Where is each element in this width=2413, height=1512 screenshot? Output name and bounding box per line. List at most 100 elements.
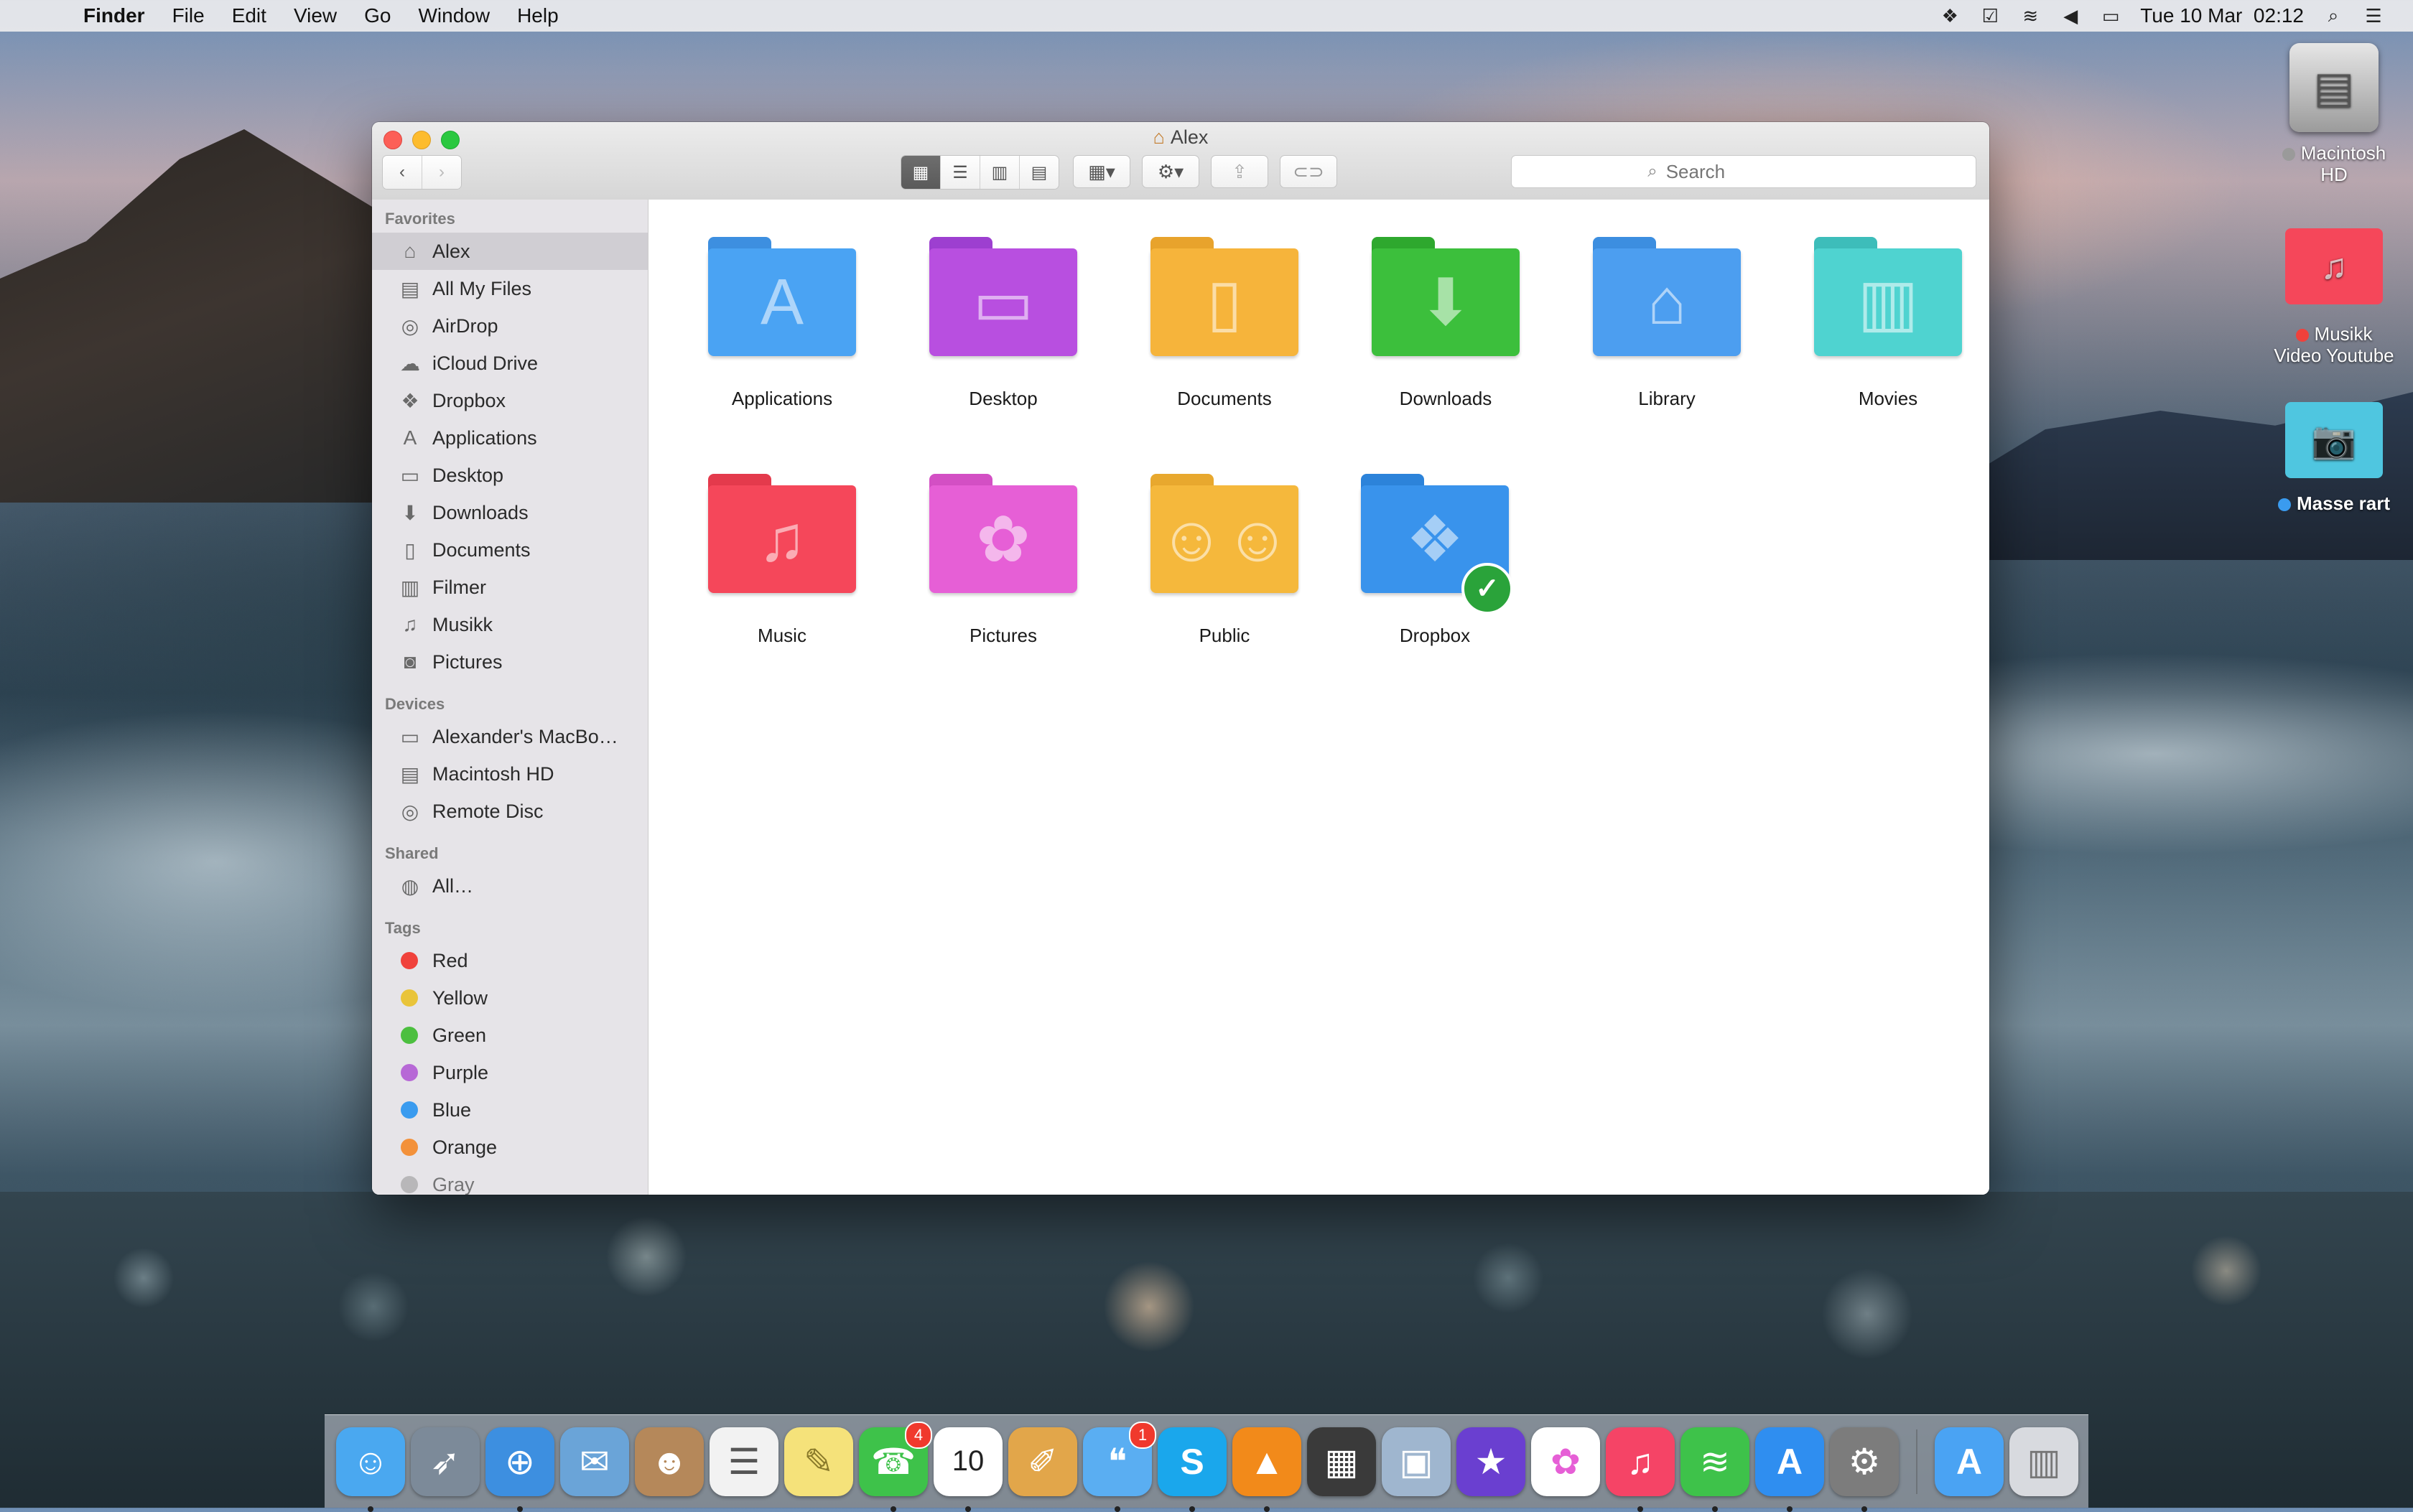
cover-flow-button[interactable]: ▤ [1020, 156, 1059, 189]
checkmark-status-icon[interactable]: ☑ [1979, 5, 2001, 27]
sidebar-item-airdrop[interactable]: ◎ AirDrop [372, 307, 648, 345]
sidebar-item-macbook[interactable]: ▭ Alexander's MacBo… [372, 718, 648, 755]
sidebar-tag-purple[interactable]: Purple [372, 1054, 648, 1091]
action-button[interactable]: ⚙▾ [1142, 155, 1199, 188]
folder-label: Downloads [1399, 388, 1492, 409]
file-browser-content: A Applications ▭ Desktop ▯ Documents ⬇ D… [648, 200, 1989, 1195]
folder-public[interactable]: ☺☺ Public [1131, 474, 1318, 647]
sidebar-tag-blue[interactable]: Blue [372, 1091, 648, 1129]
folder-library[interactable]: ⌂ Library [1573, 237, 1760, 410]
network-icon: ◍ [401, 874, 419, 897]
menu-app-name[interactable]: Finder [83, 4, 145, 27]
facetime-icon[interactable]: ☎ 4 [859, 1421, 932, 1512]
spotlight-search-icon[interactable]: ⌕ [2323, 4, 2344, 27]
menu-file[interactable]: File [172, 4, 205, 27]
sidebar-tag-red[interactable]: Red [372, 942, 648, 979]
launchpad-icon[interactable]: ➶ [411, 1427, 480, 1496]
sidebar-tag-green[interactable]: Green [372, 1017, 648, 1054]
menu-view[interactable]: View [294, 4, 337, 27]
icon-view-button[interactable]: ▦ [901, 156, 941, 189]
sidebar-item-documents[interactable]: ▯ Documents [372, 531, 648, 569]
imovie-icon[interactable]: ★ [1456, 1427, 1525, 1496]
folder-movies[interactable]: ▥ Movies [1795, 237, 1981, 410]
sidebar-item-label: Macintosh HD [432, 762, 554, 785]
app-store-icon[interactable]: A [1755, 1427, 1824, 1512]
back-button[interactable]: ‹ [383, 156, 422, 189]
apple-menu-icon[interactable] [29, 3, 50, 29]
sidebar-item-downloads[interactable]: ⬇ Downloads [372, 494, 648, 531]
sidebar-tag-orange[interactable]: Orange [372, 1129, 648, 1166]
calendar-icon[interactable]: 10 [934, 1427, 1003, 1512]
folder-documents[interactable]: ▯ Documents [1131, 237, 1318, 410]
folder-applications[interactable]: A Applications [689, 237, 875, 410]
sidebar-item-pictures[interactable]: ◙ Pictures [372, 643, 648, 681]
photos-icon[interactable]: ✿ [1531, 1427, 1600, 1496]
menu-help[interactable]: Help [517, 4, 559, 27]
finder-icon[interactable]: ☺ [336, 1427, 405, 1512]
list-view-button[interactable]: ☰ [941, 156, 980, 189]
vlc-icon[interactable]: ▲ [1232, 1427, 1301, 1512]
dropbox-folder-icon: ❖ ✓ [1361, 474, 1513, 615]
sidebar-item-macintosh-hd[interactable]: ▤ Macintosh HD [372, 755, 648, 793]
menu-edit[interactable]: Edit [232, 4, 266, 27]
tags-button[interactable]: ⊂⊃ [1280, 155, 1337, 188]
sidebar-tag-yellow[interactable]: Yellow [372, 979, 648, 1017]
clock[interactable]: Tue 10 Mar 02:12 [2140, 4, 2304, 27]
share-button[interactable]: ⇪ [1211, 155, 1268, 188]
column-view-button[interactable]: ▥ [980, 156, 1020, 189]
logic-icon[interactable]: ✐ [1008, 1427, 1077, 1496]
sidebar-item-icloud-drive[interactable]: ☁ iCloud Drive [372, 345, 648, 382]
trash-icon[interactable]: ▥ [2009, 1427, 2078, 1496]
notification-center-icon[interactable]: ☰ [2363, 5, 2384, 27]
sidebar-tag-gray[interactable]: Gray [372, 1166, 648, 1195]
folder-label: Library [1638, 388, 1696, 409]
desktop-item-musikk-video[interactable]: ♫ Musikk Video Youtube [2269, 228, 2399, 366]
folder-downloads[interactable]: ⬇ Downloads [1352, 237, 1539, 410]
reminders-icon[interactable]: ☰ [710, 1427, 778, 1496]
sidebar-item-applications[interactable]: A Applications [372, 419, 648, 457]
menu-window[interactable]: Window [418, 4, 490, 27]
volume-icon[interactable]: ◀ [2060, 5, 2081, 27]
window-titlebar[interactable]: ⌂ Alex ‹ › ▦ ☰ ▥ ▤ ▦▾ ⚙▾ ⇪ ⊂⊃ ⌕ [372, 122, 1989, 200]
mail-icon[interactable]: ✉ [560, 1427, 629, 1496]
sidebar-item-remote-disc[interactable]: ◎ Remote Disc [372, 793, 648, 830]
folder-pictures[interactable]: ✿ Pictures [910, 474, 1097, 647]
notes-icon[interactable]: ✎ [784, 1427, 853, 1496]
search-icon: ⌕ [1647, 162, 1658, 181]
system-preferences-icon[interactable]: ⚙ [1830, 1427, 1899, 1512]
forward-button[interactable]: › [422, 156, 461, 189]
sidebar-item-filmer[interactable]: ▥ Filmer [372, 569, 648, 606]
itunes-icon[interactable]: ♫ [1606, 1427, 1675, 1512]
sidebar-item-musikk[interactable]: ♫ Musikk [372, 606, 648, 643]
sidebar-item-desktop[interactable]: ▭ Desktop [372, 457, 648, 494]
wifi-icon[interactable]: ≋ [2019, 5, 2041, 27]
sidebar-item-alex[interactable]: ⌂ Alex [372, 233, 648, 270]
search-input[interactable] [1664, 159, 1840, 184]
contacts-icon[interactable]: ☻ [635, 1427, 704, 1496]
sidebar-item-shared-all[interactable]: ◍ All… [372, 867, 648, 905]
spotify-icon[interactable]: ≋ [1680, 1427, 1749, 1512]
dropbox-status-icon[interactable]: ❖ [1939, 5, 1961, 27]
sidebar-item-label: AirDrop [432, 314, 498, 337]
folder-dropbox[interactable]: ❖ ✓ Dropbox [1342, 474, 1528, 647]
sidebar-item-label: Gray [432, 1173, 475, 1195]
folder-desktop[interactable]: ▭ Desktop [910, 237, 1097, 410]
battery-icon[interactable]: ▭ [2100, 5, 2121, 27]
arrange-button[interactable]: ▦▾ [1073, 155, 1130, 188]
sidebar-item-label: iCloud Drive [432, 352, 539, 374]
sidebar-item-all-my-files[interactable]: ▤ All My Files [372, 270, 648, 307]
preview-icon[interactable]: ▣ [1382, 1427, 1451, 1496]
desktop-item-masse-rart[interactable]: 📷 Masse rart [2269, 402, 2399, 514]
laptop-icon: ▭ [400, 725, 420, 748]
skype-icon[interactable]: S [1158, 1427, 1227, 1512]
applications-folder-icon[interactable]: A [1935, 1427, 2004, 1496]
search-field[interactable]: ⌕ [1511, 155, 1976, 188]
messages-icon[interactable]: ❝ 1 [1083, 1421, 1156, 1512]
folder-music[interactable]: ♫ Music [689, 474, 875, 647]
dropbox-icon: ❖ [401, 389, 419, 412]
desktop-item-macintosh-hd[interactable]: ▤ Macintosh HD [2281, 43, 2387, 185]
sidebar-item-dropbox[interactable]: ❖ Dropbox [372, 382, 648, 419]
final-cut-icon[interactable]: ▦ [1307, 1427, 1376, 1496]
safari-icon[interactable]: ⊕ [485, 1427, 554, 1512]
menu-go[interactable]: Go [364, 4, 391, 27]
